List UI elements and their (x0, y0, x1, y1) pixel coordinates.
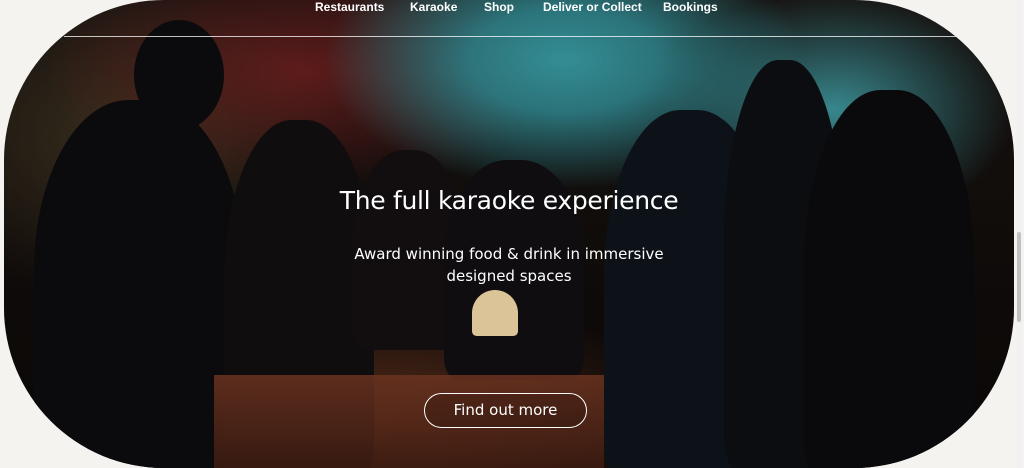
nav-divider (64, 36, 978, 37)
page: Restaurants Karaoke Shop Deliver or Coll… (0, 0, 1024, 468)
find-out-more-button[interactable]: Find out more (424, 393, 587, 428)
hero-subtitle: Award winning food & drink in immersive … (4, 243, 1014, 287)
scrollbar[interactable] (1016, 0, 1022, 468)
hero-subtitle-line-2: designed spaces (446, 267, 572, 285)
hero-subtitle-line-1: Award winning food & drink in immersive (354, 245, 664, 263)
hero-banner: Restaurants Karaoke Shop Deliver or Coll… (4, 0, 1014, 468)
scrollbar-thumb[interactable] (1017, 232, 1021, 322)
nav-item-shop[interactable]: Shop (484, 0, 514, 14)
top-navigation: Restaurants Karaoke Shop Deliver or Coll… (4, 0, 1014, 38)
nav-item-deliver-or-collect[interactable]: Deliver or Collect (543, 0, 642, 14)
hero-title: The full karaoke experience (339, 186, 679, 215)
nav-item-bookings[interactable]: Bookings (663, 0, 718, 14)
nav-item-karaoke[interactable]: Karaoke (410, 0, 457, 14)
nav-item-restaurants[interactable]: Restaurants (315, 0, 384, 14)
